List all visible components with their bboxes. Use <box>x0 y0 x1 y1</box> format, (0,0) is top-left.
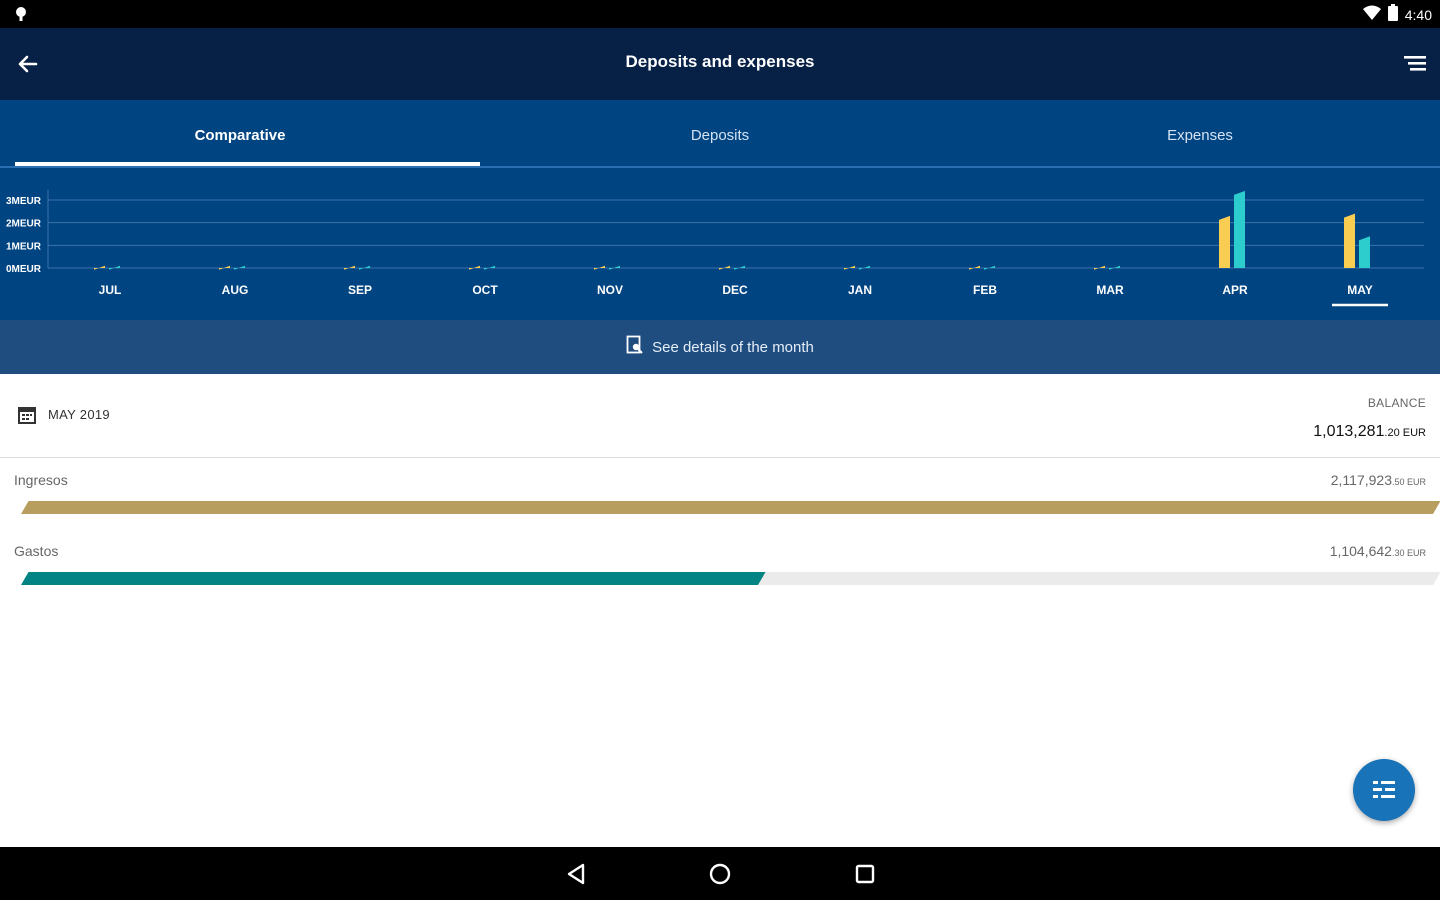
x-tick-label: MAY <box>1347 283 1373 297</box>
wifi-icon <box>1362 5 1381 24</box>
selected-month: MAY 2019 <box>48 407 110 422</box>
comparative-chart: 0MEUR 1MEUR 2MEUR 3MEUR JUL AUG SEP OCT NOV DEC JA… <box>0 168 1440 320</box>
x-tick-label: OCT <box>472 283 498 297</box>
income-bar-fill <box>21 501 1440 514</box>
nav-back-icon[interactable] <box>563 860 591 888</box>
nav-recents-icon[interactable] <box>851 860 879 888</box>
balance-value: 1,013,281.20 EUR <box>1313 423 1426 441</box>
x-tick-label: APR <box>1222 283 1248 297</box>
month-summary: MAY 2019 BALANCE 1,013,281.20 EUR <box>0 374 1440 458</box>
bar-apr-series-0 <box>1219 215 1230 268</box>
notification-icon <box>12 5 30 28</box>
expenses-amount: 1,104,642.30 EUR <box>1330 543 1426 559</box>
filter-menu-icon[interactable] <box>1402 52 1428 76</box>
tab-expenses[interactable]: Expenses <box>960 100 1440 168</box>
app-bar: Deposits and expenses <box>0 28 1440 100</box>
tab-comparative[interactable]: Comparative <box>0 100 480 168</box>
balance-main: 1,013,281 <box>1313 423 1385 440</box>
x-tick-label: DEC <box>722 283 748 297</box>
filter-fab-button[interactable] <box>1353 759 1415 821</box>
expenses-amount-decimals: .30 EUR <box>1391 548 1426 558</box>
bar-may-series-1 <box>1359 236 1370 268</box>
income-amount-decimals: .50 EUR <box>1391 477 1426 487</box>
battery-icon <box>1387 4 1399 25</box>
bar-apr-series-1 <box>1234 190 1245 268</box>
nav-home-icon[interactable] <box>706 860 734 888</box>
x-tick-label: NOV <box>597 283 623 297</box>
tab-deposits[interactable]: Deposits <box>480 100 960 168</box>
balance-decimals: .20 EUR <box>1384 427 1426 439</box>
x-tick-label: FEB <box>973 283 997 297</box>
y-tick-label: 0MEUR <box>6 264 42 275</box>
y-tick-label: 1MEUR <box>6 241 42 252</box>
list-filter-icon <box>1373 781 1395 798</box>
x-tick-label: AUG <box>222 283 249 297</box>
expenses-bar-fill <box>21 572 766 585</box>
chart-canvas: 0MEUR 1MEUR 2MEUR 3MEUR JUL AUG SEP OCT NOV DEC JA… <box>6 190 1424 307</box>
y-tick-label: 2MEUR <box>6 219 42 230</box>
calendar-icon <box>17 405 37 430</box>
status-bar: 4:40 <box>0 0 1440 28</box>
system-nav-bar <box>0 847 1440 900</box>
balance-label: BALANCE <box>1367 396 1426 410</box>
expenses-amount-main: 1,104,642 <box>1329 543 1392 559</box>
see-details-button[interactable]: See details of the month <box>0 320 1440 374</box>
x-tick-label: MAR <box>1096 283 1124 297</box>
income-amount: 2,117,923.50 EUR <box>1331 472 1426 488</box>
x-tick-label: SEP <box>348 283 372 297</box>
income-bar <box>21 501 1440 514</box>
y-tick-label: 3MEUR <box>6 196 42 207</box>
clock: 4:40 <box>1404 6 1432 23</box>
x-tick-label: JUL <box>99 283 122 297</box>
bar-may-series-0 <box>1344 213 1355 268</box>
x-tick-label: JAN <box>848 283 872 297</box>
income-label: Ingresos <box>14 472 68 488</box>
expenses-label: Gastos <box>14 543 59 559</box>
expenses-bar <box>21 572 1440 585</box>
page-title: Deposits and expenses <box>625 52 815 71</box>
tab-bar: Comparative Deposits Expenses <box>0 100 1440 168</box>
document-search-icon <box>626 335 644 359</box>
income-amount-main: 2,117,923 <box>1330 472 1392 488</box>
see-details-label: See details of the month <box>652 338 814 356</box>
